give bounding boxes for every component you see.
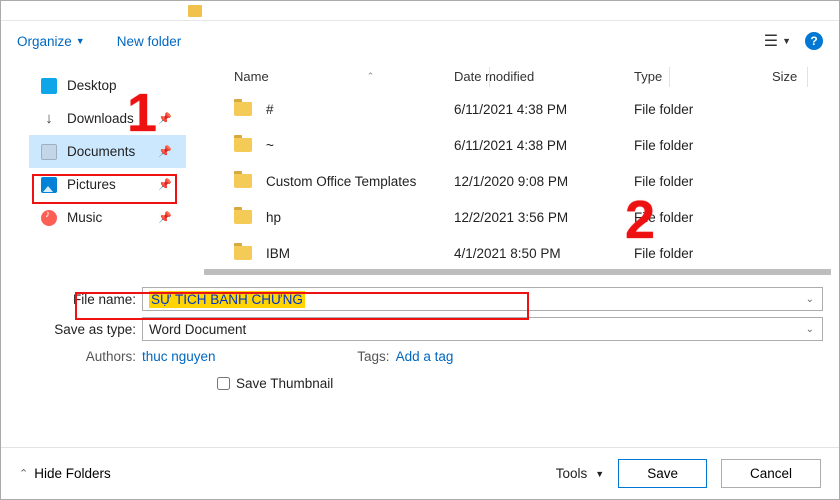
chevron-down-icon: ▼: [76, 36, 85, 46]
sidebar-item-label: Pictures: [67, 177, 116, 192]
folder-icon: [234, 210, 252, 224]
sidebar-item-pictures[interactable]: Pictures 📌: [29, 168, 186, 201]
authors-label: Authors:: [17, 349, 142, 364]
chevron-down-icon[interactable]: ⌄: [806, 324, 814, 335]
tools-dropdown[interactable]: Tools ▼: [556, 466, 604, 481]
hide-folders-label: Hide Folders: [34, 466, 111, 481]
file-name: #: [266, 102, 274, 117]
file-date: 12/2/2021 3:56 PM: [454, 210, 634, 225]
documents-icon: [41, 144, 57, 160]
pin-icon: 📌: [158, 145, 172, 158]
sidebar-item-downloads[interactable]: ↓ Downloads 📌: [29, 102, 186, 135]
tools-label: Tools: [556, 466, 588, 481]
file-type: File folder: [634, 174, 772, 189]
bottom-bar: ⌃ Hide Folders Tools ▼ Save Cancel: [1, 447, 839, 499]
save-button[interactable]: Save: [618, 459, 707, 488]
view-options-dropdown[interactable]: ☰ ▼: [764, 31, 791, 51]
column-size[interactable]: Size: [772, 69, 797, 84]
cancel-button[interactable]: Cancel: [721, 459, 821, 488]
pin-icon: 📌: [158, 211, 172, 224]
column-headers: Name ⌃ Date modified Type Size: [186, 61, 839, 91]
navigation-bar: [1, 1, 839, 21]
hide-folders-button[interactable]: ⌃ Hide Folders: [19, 466, 111, 481]
list-icon: ☰: [764, 31, 778, 51]
file-type: File folder: [634, 138, 772, 153]
filename-value: SỰ TÍCH BÁNH CHƯNG: [149, 291, 305, 308]
file-type: File folder: [634, 246, 772, 261]
horizontal-scrollbar[interactable]: [204, 269, 831, 275]
table-row[interactable]: hp 12/2/2021 3:56 PM File folder: [186, 199, 839, 235]
file-date: 12/1/2020 9:08 PM: [454, 174, 634, 189]
table-row[interactable]: ~ 6/11/2021 4:38 PM File folder: [186, 127, 839, 163]
sidebar-item-music[interactable]: Music 📌: [29, 201, 186, 234]
file-type: File folder: [634, 210, 772, 225]
chevron-up-icon: ⌃: [19, 467, 28, 480]
saveastype-dropdown[interactable]: Word Document ⌄: [142, 317, 823, 341]
desktop-icon: [41, 78, 57, 94]
sidebar-item-label: Downloads: [67, 111, 134, 126]
tags-value[interactable]: Add a tag: [396, 349, 454, 364]
folder-icon: [234, 174, 252, 188]
help-icon[interactable]: ?: [805, 32, 823, 50]
download-icon: ↓: [41, 111, 57, 127]
column-date[interactable]: Date modified: [454, 69, 534, 84]
saveastype-label: Save as type:: [17, 322, 142, 337]
filename-label: File name:: [17, 292, 142, 307]
file-list: Name ⌃ Date modified Type Size # 6/11/20…: [186, 61, 839, 275]
pin-icon: 📌: [158, 112, 172, 125]
sidebar: Desktop ↓ Downloads 📌 Documents 📌 Pictur…: [1, 61, 186, 275]
sidebar-item-label: Documents: [67, 144, 135, 159]
save-form: File name: SỰ TÍCH BÁNH CHƯNG ⌄ Save as …: [1, 275, 839, 391]
chevron-down-icon[interactable]: ⌄: [806, 294, 814, 305]
table-row[interactable]: IBM 4/1/2021 8:50 PM File folder: [186, 235, 839, 271]
file-date: 6/11/2021 4:38 PM: [454, 102, 634, 117]
file-name: ~: [266, 138, 274, 153]
sidebar-item-label: Music: [67, 210, 102, 225]
sidebar-item-label: Desktop: [67, 78, 117, 93]
file-date: 4/1/2021 8:50 PM: [454, 246, 634, 261]
save-thumbnail-label: Save Thumbnail: [236, 376, 333, 391]
filename-input[interactable]: SỰ TÍCH BÁNH CHƯNG ⌄: [142, 287, 823, 311]
folder-icon: [234, 138, 252, 152]
file-name: hp: [266, 210, 281, 225]
file-name: IBM: [266, 246, 290, 261]
chevron-down-icon: ▼: [595, 469, 604, 479]
file-type: File folder: [634, 102, 772, 117]
authors-value[interactable]: thuc nguyen: [142, 349, 216, 364]
saveastype-value: Word Document: [149, 322, 246, 337]
file-name: Custom Office Templates: [266, 174, 416, 189]
new-folder-button[interactable]: New folder: [117, 34, 182, 49]
sort-indicator-icon: ⌃: [367, 71, 375, 82]
folder-icon: [234, 246, 252, 260]
organize-dropdown[interactable]: Organize ▼: [17, 34, 85, 49]
file-date: 6/11/2021 4:38 PM: [454, 138, 634, 153]
table-row[interactable]: Custom Office Templates 12/1/2020 9:08 P…: [186, 163, 839, 199]
column-type[interactable]: Type: [634, 69, 662, 84]
path-folder-icon: [188, 5, 202, 17]
chevron-down-icon: ▼: [782, 36, 791, 46]
organize-label: Organize: [17, 34, 72, 49]
save-thumbnail-checkbox[interactable]: [217, 377, 230, 390]
sidebar-item-desktop[interactable]: Desktop: [29, 69, 186, 102]
sidebar-item-documents[interactable]: Documents 📌: [29, 135, 186, 168]
column-name[interactable]: Name: [234, 69, 269, 84]
pictures-icon: [41, 177, 57, 193]
tags-label: Tags:: [216, 349, 396, 364]
folder-icon: [234, 102, 252, 116]
music-icon: [41, 210, 57, 226]
toolbar: Organize ▼ New folder ☰ ▼ ?: [1, 21, 839, 61]
table-row[interactable]: # 6/11/2021 4:38 PM File folder: [186, 91, 839, 127]
pin-icon: 📌: [158, 178, 172, 191]
